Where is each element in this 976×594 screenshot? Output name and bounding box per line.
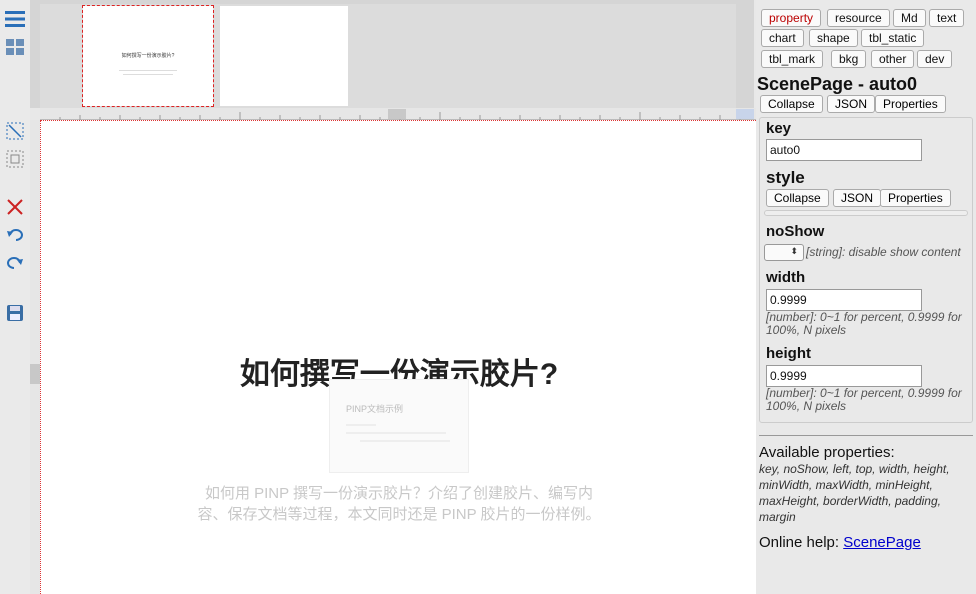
- collapse-button[interactable]: Collapse: [760, 95, 823, 113]
- tab-md[interactable]: Md: [893, 9, 926, 27]
- slide-canvas[interactable]: 如何撰写一份演示胶片? PINP文档示例 如何用 PINP 撰写一份演示胶片？介…: [40, 120, 756, 594]
- horizontal-ruler: [40, 108, 756, 121]
- tab-tbl-static[interactable]: tbl_static: [861, 29, 925, 47]
- divider: [759, 435, 973, 436]
- style-collapse-button[interactable]: Collapse: [766, 189, 829, 207]
- slide-preview-image[interactable]: PINP文档示例: [329, 379, 469, 473]
- tab-property[interactable]: property: [761, 9, 822, 27]
- grid-icon[interactable]: [4, 36, 26, 58]
- tab-bkg[interactable]: bkg: [831, 50, 867, 68]
- style-label: style: [766, 168, 805, 187]
- thumbnail-line: [123, 74, 173, 75]
- resize-select-icon[interactable]: [4, 120, 26, 142]
- thumbnail-slide-2[interactable]: [220, 6, 348, 106]
- properties-button[interactable]: Properties: [875, 95, 946, 113]
- properties-box: key style Collapse JSON Properties noSho…: [759, 117, 973, 423]
- available-title: Available properties:: [759, 444, 895, 461]
- width-label: width: [766, 269, 806, 286]
- tab-shape[interactable]: shape: [809, 29, 858, 47]
- updown-icon: ⬍: [790, 246, 798, 256]
- style-container: [764, 210, 968, 216]
- panel-title: ScenePage - auto0: [757, 74, 918, 94]
- tab-other[interactable]: other: [871, 50, 915, 68]
- json-button[interactable]: JSON: [827, 95, 876, 113]
- height-input[interactable]: [766, 365, 922, 387]
- thumbnail-slide-1[interactable]: 如何撰写一份演示胶片?: [82, 5, 214, 107]
- redo-icon[interactable]: [4, 252, 26, 274]
- tab-dev[interactable]: dev: [917, 50, 953, 68]
- help-prefix: Online help:: [759, 534, 844, 551]
- key-input[interactable]: [766, 139, 922, 161]
- height-hint: [number]: 0~1 for percent, 0.9999 for 10…: [766, 386, 962, 413]
- noshow-select[interactable]: ⬍: [764, 244, 804, 261]
- tab-resource[interactable]: resource: [827, 9, 890, 27]
- width-hint: [number]: 0~1 for percent, 0.9999 for 10…: [766, 310, 962, 337]
- image-line: [346, 432, 446, 434]
- image-caption: PINP文档示例: [346, 404, 404, 414]
- tab-text[interactable]: text: [929, 9, 965, 27]
- image-line: [346, 424, 376, 426]
- noshow-hint: [string]: disable show content: [806, 245, 961, 259]
- thumbnail-line: [119, 70, 177, 71]
- tab-chart[interactable]: chart: [761, 29, 804, 47]
- left-toolbar: [0, 0, 30, 594]
- style-json-button[interactable]: JSON: [833, 189, 882, 207]
- style-properties-button[interactable]: Properties: [880, 189, 951, 207]
- height-label: height: [766, 345, 811, 362]
- select-box-icon[interactable]: [4, 148, 26, 170]
- undo-icon[interactable]: [4, 224, 26, 246]
- ruler-handle[interactable]: [30, 364, 40, 384]
- online-help: Online help: ScenePage: [759, 534, 921, 551]
- vertical-ruler: [30, 120, 40, 594]
- noshow-label: noShow: [766, 223, 825, 240]
- key-label: key: [766, 120, 792, 137]
- thumbnail-title: 如何撰写一份演示胶片?: [121, 53, 175, 59]
- delete-icon[interactable]: [4, 196, 26, 218]
- menu-icon[interactable]: [4, 8, 26, 30]
- save-icon[interactable]: [4, 302, 26, 324]
- tab-tbl-mark[interactable]: tbl_mark: [761, 50, 824, 68]
- app-root: 如何撰写一份演示胶片? 如何撰写一份演示胶片? PINP文档示例 如何用 PIN…: [0, 0, 976, 594]
- width-input[interactable]: [766, 289, 922, 311]
- help-link[interactable]: ScenePage: [843, 534, 921, 551]
- slide-description[interactable]: 如何用 PINP 撰写一份演示胶片？介绍了创建胶片、编写内容、保存文档等过程，本…: [191, 483, 607, 525]
- property-panel: property resource Md text chart shape tb…: [756, 0, 976, 594]
- available-list: key, noShow, left, top, width, height, m…: [759, 462, 950, 524]
- slide-thumbnails: 如何撰写一份演示胶片?: [30, 0, 754, 108]
- image-line: [360, 440, 450, 442]
